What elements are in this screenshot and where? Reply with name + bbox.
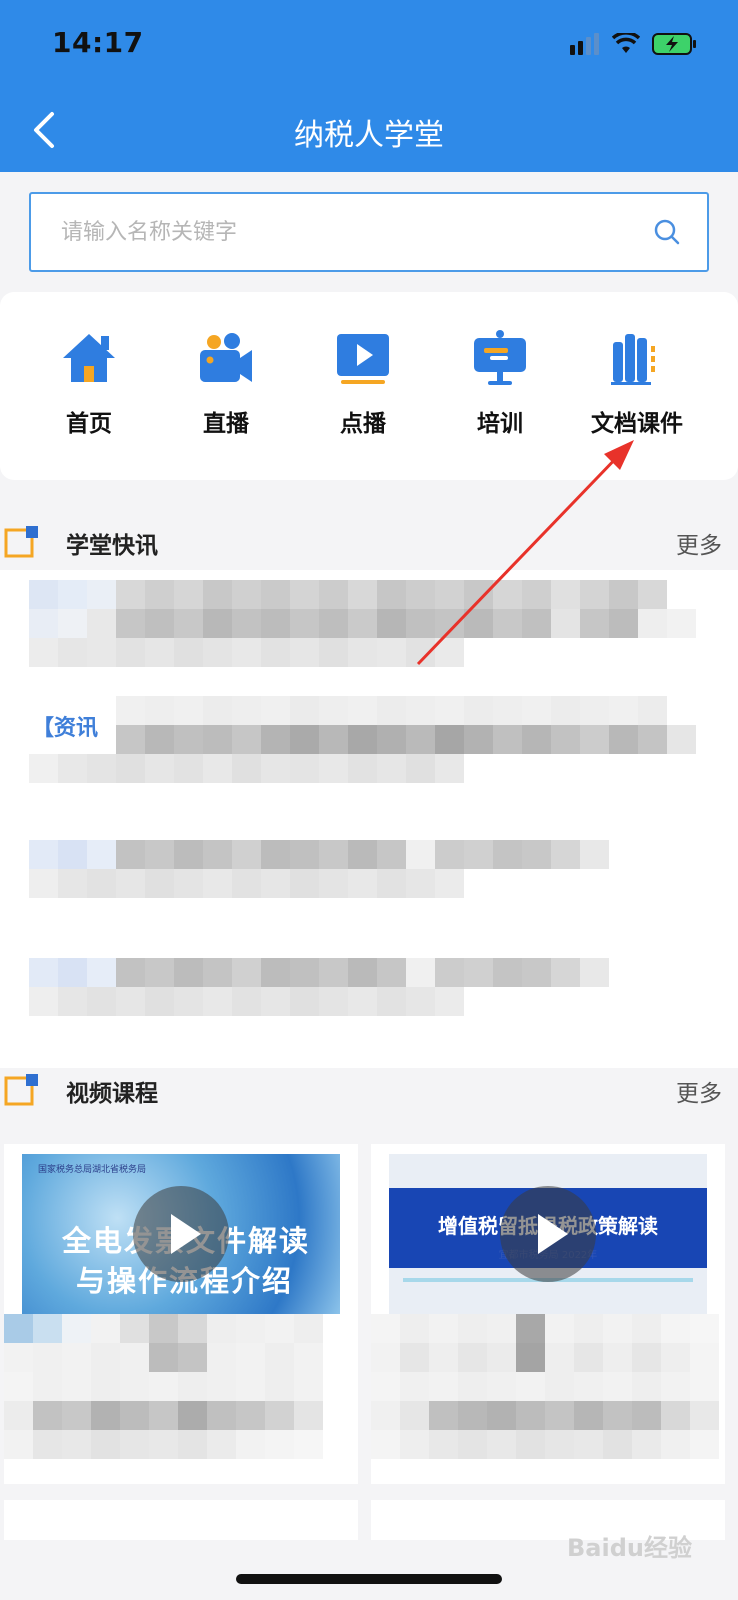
video-thumbnail: 国家税务总局湖北省税务局 全电发票文件解读 与操作流程介绍 <box>22 1154 340 1314</box>
section-title: 视频课程 <box>66 1081 158 1107</box>
quick-menu: 首页 直播 点播 培训 文档课件 <box>0 292 738 480</box>
search-box <box>29 192 709 272</box>
menu-item-vod[interactable]: 点播 <box>293 328 433 438</box>
status-bar: 14:17 <box>0 0 738 88</box>
more-link[interactable]: 更多 <box>676 526 722 560</box>
video-card[interactable]: 国家税务总局湖北省税务局 全电发票文件解读 与操作流程介绍 <box>4 1144 358 1484</box>
battery-charging-icon <box>652 33 696 55</box>
more-link[interactable]: 更多 <box>676 1074 722 1108</box>
thumbnail-org: 国家税务总局湖北省税务局 <box>38 1165 147 1175</box>
status-time: 14:17 <box>52 26 144 59</box>
menu-item-documents[interactable]: 文档课件 <box>567 328 707 438</box>
menu-item-training[interactable]: 培训 <box>430 328 570 438</box>
home-indicator[interactable] <box>236 1574 502 1584</box>
news-section-header: 学堂快讯 更多 <box>0 520 738 570</box>
video-section-header: 视频课程 更多 <box>0 1068 738 1118</box>
page-title: 纳税人学堂 <box>294 118 444 153</box>
app-header: 14:17 纳税人学堂 <box>0 0 738 172</box>
live-camera-icon <box>200 333 252 382</box>
menu-label: 点播 <box>340 411 386 437</box>
menu-label: 文档课件 <box>591 411 683 437</box>
signal-icon <box>570 33 599 55</box>
video-play-icon <box>337 334 389 384</box>
play-icon[interactable] <box>133 1186 229 1282</box>
menu-label: 培训 <box>477 411 523 437</box>
menu-label: 直播 <box>203 411 249 437</box>
section-square-icon <box>4 526 38 558</box>
section-title: 学堂快讯 <box>66 533 158 559</box>
video-thumbnail: 增值税留抵退税政策解读 宜都市税务局 2022年 <box>389 1154 707 1314</box>
nav-bar: 纳税人学堂 <box>0 88 738 172</box>
menu-item-live[interactable]: 直播 <box>156 328 296 438</box>
play-icon[interactable] <box>500 1186 596 1282</box>
news-list: 【资讯 <box>0 570 738 1068</box>
news-tag: 【资讯 <box>32 716 99 741</box>
menu-item-home[interactable]: 首页 <box>19 328 159 438</box>
status-icons <box>570 32 698 56</box>
search-input[interactable] <box>31 194 641 270</box>
documents-icon <box>611 334 655 385</box>
training-board-icon <box>474 330 526 385</box>
wifi-icon <box>612 33 640 53</box>
watermark: Baidu经验 <box>567 1534 692 1562</box>
video-card[interactable]: 增值税留抵退税政策解读 宜都市税务局 2022年 <box>371 1144 725 1484</box>
home-icon <box>63 334 115 382</box>
news-item[interactable] <box>0 570 738 688</box>
news-item[interactable]: 【资讯 <box>0 688 738 806</box>
news-item[interactable] <box>0 924 738 1042</box>
news-item[interactable] <box>0 806 738 924</box>
menu-label: 首页 <box>66 411 112 437</box>
video-card-partial[interactable] <box>4 1500 358 1540</box>
search-icon[interactable] <box>653 218 681 246</box>
section-square-icon <box>4 1074 38 1106</box>
